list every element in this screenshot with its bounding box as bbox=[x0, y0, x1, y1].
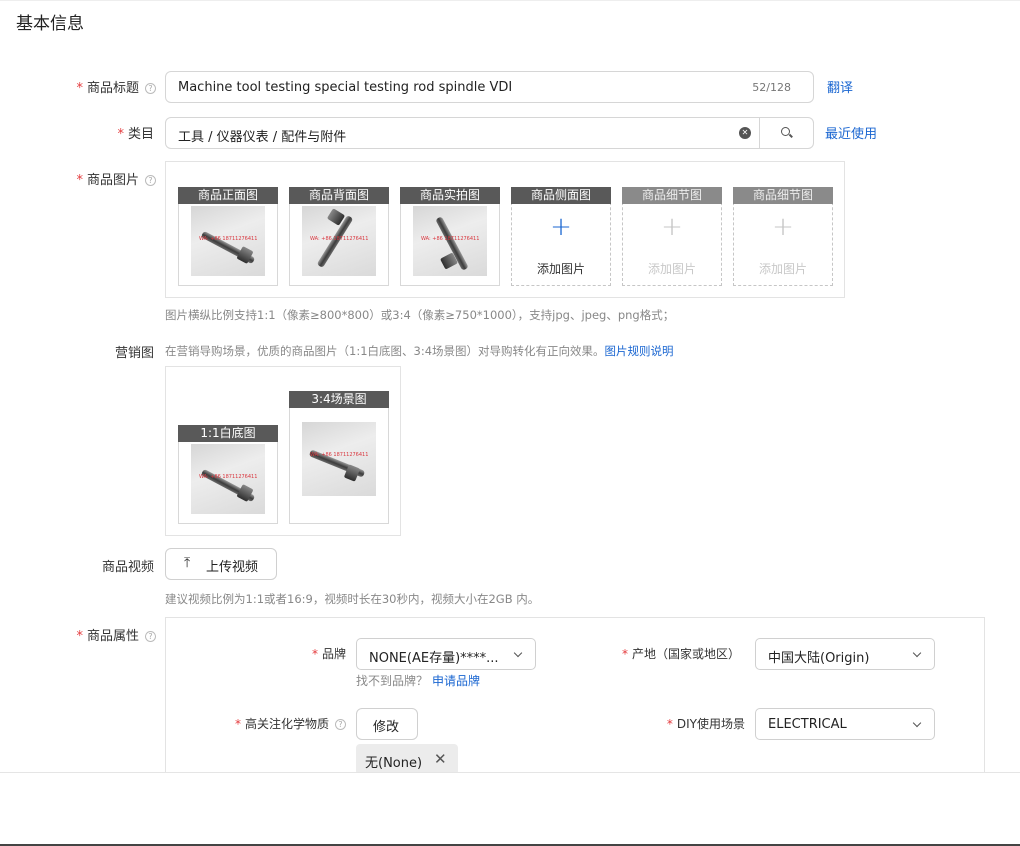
image-format-hint: 图片横纵比例支持1:1（像素≥800*800）或3:4（像素≥750*1000）… bbox=[165, 308, 675, 322]
attributes-label: * 商品属性? bbox=[60, 625, 156, 644]
marketing-slot-white-bg[interactable]: 1:1白底图 WA: +86 18711276411 bbox=[178, 425, 278, 524]
slot-title: 商品细节图 bbox=[733, 187, 833, 204]
product-photo: WA: +86 18711276411 bbox=[191, 206, 265, 276]
slot-title: 商品实拍图 bbox=[400, 187, 500, 204]
image-slot-front[interactable]: 商品正面图 WA: +86 18711276411 bbox=[178, 187, 278, 286]
product-images-panel: 商品正面图 WA: +86 18711276411 商品背面图 WA: +86 … bbox=[165, 161, 845, 298]
watermark-text: WA: +86 18711276411 bbox=[421, 236, 480, 242]
help-icon[interactable]: ? bbox=[335, 719, 346, 730]
image-slot-detail-add[interactable]: 商品细节图 + 添加图片 bbox=[733, 187, 833, 286]
video-label: 商品视频 bbox=[101, 560, 154, 575]
section-title: 基本信息 bbox=[16, 14, 84, 34]
marketing-hint: 在营销导购场景，优质的商品图片（1:1白底图、3:4场景图）对导购转化有正向效果… bbox=[165, 344, 674, 358]
slot-title: 商品细节图 bbox=[622, 187, 722, 204]
slot-title: 商品正面图 bbox=[178, 187, 278, 204]
origin-select[interactable]: 中国大陆(Origin) bbox=[755, 638, 935, 670]
product-images-label: * 商品图片? bbox=[60, 169, 156, 188]
product-photo: WA: +86 18711276411 bbox=[191, 444, 265, 514]
product-photo: WA: +86 18711276411 bbox=[302, 206, 376, 276]
search-icon bbox=[781, 127, 790, 136]
diy-label: * DIY使用场景 bbox=[666, 717, 745, 731]
plus-icon: + bbox=[772, 212, 794, 242]
watermark-text: WA: +86 18711276411 bbox=[310, 236, 369, 242]
category-label: * 类目 bbox=[117, 127, 154, 142]
title-label: * 商品标题? bbox=[60, 77, 156, 96]
edit-chemicals-button[interactable]: 修改 bbox=[356, 708, 418, 740]
close-icon[interactable]: ✕ bbox=[434, 750, 447, 768]
watermark-text: WA: +86 18711276411 bbox=[310, 452, 369, 458]
chemicals-label: * 高关注化学物质? bbox=[200, 715, 346, 732]
chevron-down-icon bbox=[912, 648, 922, 658]
help-icon[interactable]: ? bbox=[145, 175, 156, 186]
brand-not-found: 找不到品牌？ 申请品牌 bbox=[356, 674, 481, 688]
add-image-label: 添加图片 bbox=[647, 262, 696, 276]
origin-label: * 产地（国家或地区） bbox=[621, 647, 740, 661]
category-search-button[interactable] bbox=[759, 118, 813, 148]
brand-select[interactable]: NONE(AE存量)****... bbox=[356, 638, 536, 670]
help-icon[interactable]: ? bbox=[145, 83, 156, 94]
marketing-slot-scene[interactable]: 3:4场景图 WA: +86 18711276411 bbox=[289, 391, 389, 524]
help-icon[interactable]: ? bbox=[145, 631, 156, 642]
product-photo: WA: +86 18711276411 bbox=[413, 206, 487, 276]
brand-label: * 品牌 bbox=[311, 647, 346, 661]
footer-area bbox=[0, 772, 1020, 846]
watermark-text: WA: +86 18711276411 bbox=[199, 236, 258, 242]
recent-used-link[interactable]: 最近使用 bbox=[825, 123, 877, 142]
diy-select[interactable]: ELECTRICAL bbox=[755, 708, 935, 740]
apply-brand-link[interactable]: 申请品牌 bbox=[432, 674, 480, 688]
translate-link[interactable]: 翻译 bbox=[827, 77, 853, 96]
video-hint: 建议视频比例为1:1或者16:9，视频时长在30秒内，视频大小在2GB 内。 bbox=[165, 592, 540, 606]
chevron-down-icon bbox=[513, 648, 523, 658]
image-slot-back[interactable]: 商品背面图 WA: +86 18711276411 bbox=[289, 187, 389, 286]
slot-title: 商品侧面图 bbox=[511, 187, 611, 204]
plus-icon: + bbox=[550, 212, 572, 242]
upload-icon: ⤒ bbox=[184, 555, 191, 571]
image-slot-detail-add[interactable]: 商品细节图 + 添加图片 bbox=[622, 187, 722, 286]
product-photo: WA: +86 18711276411 bbox=[302, 422, 376, 496]
marketing-images-label: 营销图 bbox=[114, 346, 154, 361]
image-rules-link[interactable]: 图片规则说明 bbox=[605, 344, 674, 358]
slot-title: 3:4场景图 bbox=[289, 391, 389, 408]
image-slot-real-shot[interactable]: 商品实拍图 WA: +86 18711276411 bbox=[400, 187, 500, 286]
title-input-value: Machine tool testing special testing rod… bbox=[178, 80, 513, 95]
image-slot-side-add[interactable]: 商品侧面图 + 添加图片 bbox=[511, 187, 611, 286]
chevron-down-icon bbox=[912, 718, 922, 728]
add-image-label: 添加图片 bbox=[536, 262, 585, 276]
add-image-label: 添加图片 bbox=[758, 262, 807, 276]
marketing-images-panel: 1:1白底图 WA: +86 18711276411 3:4场景图 WA: +8… bbox=[165, 366, 401, 536]
upload-video-button[interactable]: ⤒ 上传视频 bbox=[165, 548, 277, 580]
category-value: 工具 / 仪器仪表 / 配件与附件 bbox=[178, 130, 347, 145]
clear-icon[interactable]: ✕ bbox=[739, 127, 751, 139]
chemical-tag: 无(None) ✕ bbox=[356, 744, 458, 772]
slot-title: 商品背面图 bbox=[289, 187, 389, 204]
title-input[interactable]: Machine tool testing special testing rod… bbox=[165, 71, 814, 103]
plus-icon: + bbox=[661, 212, 683, 242]
slot-title: 1:1白底图 bbox=[178, 425, 278, 442]
basic-info-form: 基本信息 * 商品标题? Machine tool testing special… bbox=[0, 0, 1020, 772]
title-char-counter: 52/128 bbox=[752, 81, 791, 94]
watermark-text: WA: +86 18711276411 bbox=[199, 474, 258, 480]
category-search-input[interactable]: 工具 / 仪器仪表 / 配件与附件 ✕ bbox=[165, 117, 814, 149]
